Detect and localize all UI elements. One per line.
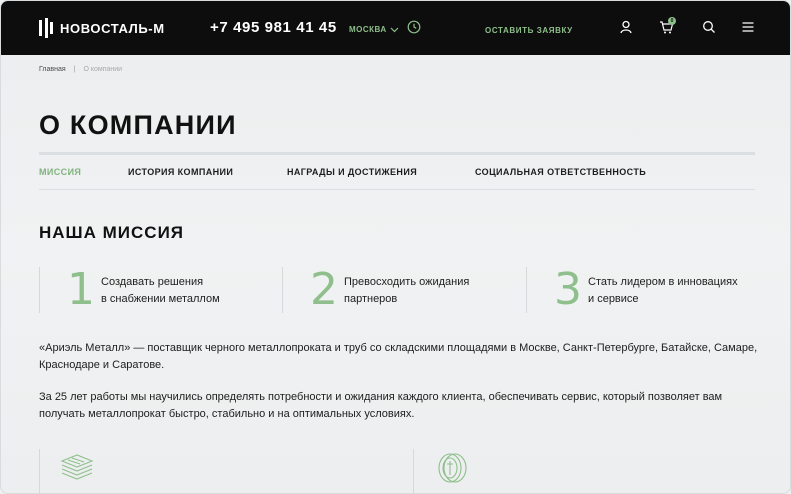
- goal-number: 2: [310, 264, 338, 315]
- breadcrumb-home-link[interactable]: Главная: [39, 66, 66, 73]
- goal-line: Превосходить ожидания: [344, 276, 470, 288]
- cart-count-badge: 0: [668, 17, 676, 25]
- goal-text: Превосходить ожидания партнеров: [344, 274, 524, 308]
- mission-goal: 3 Стать лидером в инновациях и сервисе: [526, 267, 766, 313]
- phone-link[interactable]: +7 495 981 41 45: [210, 19, 337, 36]
- goal-number: 3: [554, 264, 582, 315]
- card-divider: [413, 449, 414, 493]
- page-frame: НОВОСТАЛЬ-М +7 495 981 41 45 МОСКВА ОСТА…: [0, 0, 791, 494]
- tab-history[interactable]: ИСТОРИЯ КОМПАНИИ: [128, 167, 287, 177]
- tab-social-responsibility[interactable]: СОЦИАЛЬНАЯ ОТВЕТСТВЕННОСТЬ: [475, 167, 675, 177]
- tab-awards[interactable]: НАГРАДЫ И ДОСТИЖЕНИЯ: [287, 167, 475, 177]
- goal-number: 1: [67, 264, 95, 315]
- stacked-sheets-icon: [60, 454, 94, 480]
- card-divider: [39, 449, 40, 493]
- breadcrumb: Главная | О компании: [39, 66, 122, 73]
- goal-line: Создавать решения: [101, 276, 204, 288]
- mission-paragraph: «Ариэль Металл» — поставщик черного мета…: [39, 342, 758, 371]
- mission-goal: 2 Превосходить ожидания партнеров: [282, 267, 522, 313]
- mission-title: НАША МИССИЯ: [39, 223, 185, 242]
- goal-text: Создавать решения в снабжении металлом: [101, 274, 281, 308]
- section-tabs: МИССИЯ ИСТОРИЯ КОМПАНИИ НАГРАДЫ И ДОСТИЖ…: [39, 167, 675, 177]
- breadcrumb-separator: |: [73, 66, 76, 73]
- goal-line: Стать лидером в инновациях: [588, 276, 738, 288]
- mission-goal: 1 Создавать решения в снабжении металлом: [39, 267, 279, 313]
- search-icon[interactable]: [701, 19, 717, 35]
- user-icon[interactable]: [618, 19, 634, 35]
- goal-text: Стать лидером в инновациях и сервисе: [588, 274, 768, 308]
- logo[interactable]: НОВОСТАЛЬ-М: [38, 18, 165, 38]
- goal-line: и сервисе: [588, 293, 639, 305]
- logo-text: НОВОСТАЛЬ-М: [60, 20, 165, 36]
- chevron-down-icon: [390, 27, 399, 32]
- logo-icon: [38, 18, 54, 38]
- city-label: МОСКВА: [349, 25, 387, 34]
- city-selector[interactable]: МОСКВА: [349, 25, 399, 34]
- menu-icon[interactable]: [740, 19, 756, 35]
- page-title: О КОМПАНИИ: [39, 110, 237, 140]
- coin-stack-icon: [438, 453, 467, 483]
- site-header: НОВОСТАЛЬ-М +7 495 981 41 45 МОСКВА ОСТА…: [1, 1, 790, 55]
- request-button[interactable]: ОСТАВИТЬ ЗАЯВКУ: [485, 26, 573, 35]
- clock-icon[interactable]: [407, 20, 421, 34]
- mission-paragraph: За 25 лет работы мы научились определять…: [39, 391, 723, 420]
- goal-line: в снабжении металлом: [101, 293, 220, 305]
- breadcrumb-current: О компании: [83, 66, 123, 73]
- tab-mission[interactable]: МИССИЯ: [39, 167, 128, 177]
- tabs-divider: [39, 189, 755, 190]
- goal-line: партнеров: [344, 293, 398, 305]
- title-divider: [39, 152, 755, 155]
